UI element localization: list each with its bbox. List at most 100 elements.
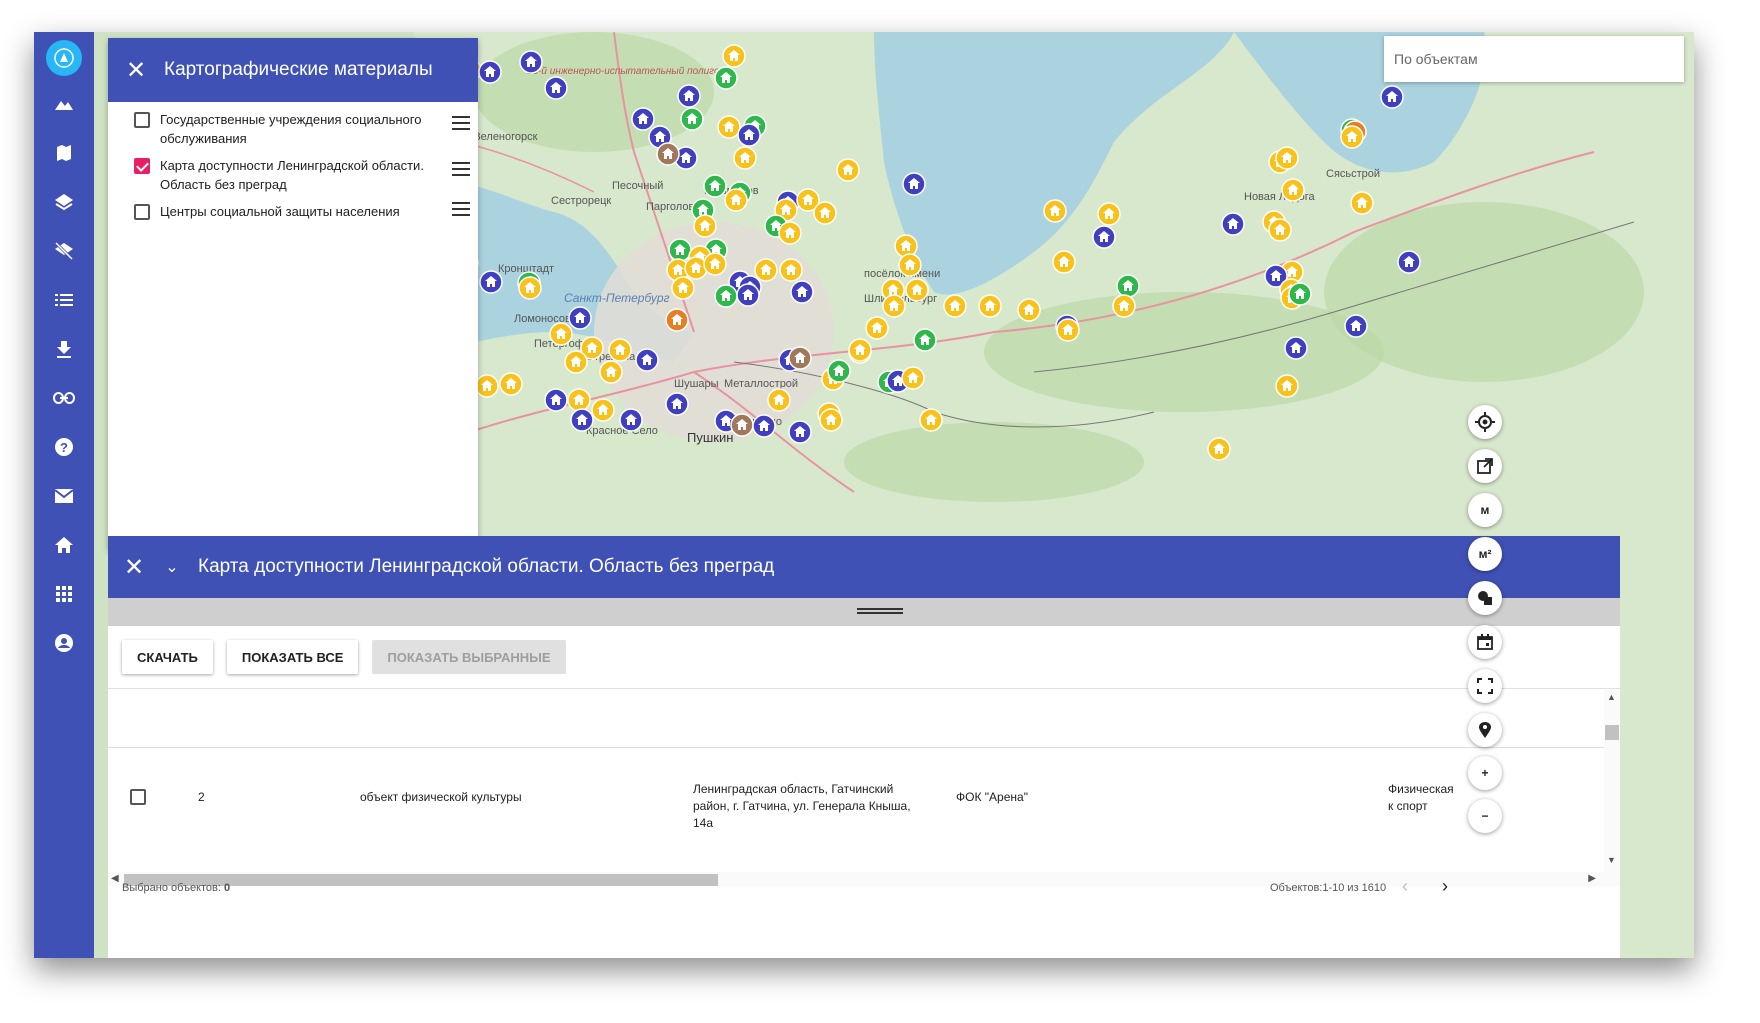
close-layers-button[interactable]: ✕: [108, 56, 164, 85]
mail-icon[interactable]: [34, 476, 94, 516]
measure-area-button[interactable]: м²: [1468, 537, 1502, 571]
drag-handle-icon[interactable]: [452, 162, 470, 194]
row-checkbox[interactable]: [130, 789, 146, 805]
table-row[interactable]: 2 объект физической культуры Ленинградск…: [108, 782, 1608, 844]
map-marker-blue[interactable]: [752, 414, 776, 438]
map-marker-yellow[interactable]: [564, 350, 588, 374]
open-external-icon[interactable]: [1468, 449, 1502, 483]
map-marker-yellow[interactable]: [1207, 437, 1231, 461]
map-marker-blue[interactable]: [902, 172, 926, 196]
fullscreen-icon[interactable]: [1468, 669, 1502, 703]
map-marker-yellow[interactable]: [1350, 191, 1374, 215]
layers-icon[interactable]: [34, 182, 94, 222]
map-marker-yellow[interactable]: [717, 115, 741, 139]
map-marker-yellow[interactable]: [693, 214, 717, 238]
vertical-scrollbar[interactable]: ▲ ▼: [1604, 689, 1620, 886]
panel-resize-handle[interactable]: [108, 598, 1620, 626]
map-marker-yellow[interactable]: [475, 374, 499, 398]
map-marker-yellow[interactable]: [901, 366, 925, 390]
map-marker-yellow[interactable]: [1056, 318, 1080, 342]
map-marker-yellow[interactable]: [819, 408, 843, 432]
map-marker-blue[interactable]: [1284, 336, 1308, 360]
map-marker-yellow[interactable]: [1017, 298, 1041, 322]
map-marker-green[interactable]: [913, 328, 937, 352]
map-marker-yellow[interactable]: [894, 234, 918, 258]
download-icon[interactable]: [34, 329, 94, 369]
geolocate-icon[interactable]: [1468, 405, 1502, 439]
measure-distance-button[interactable]: м: [1468, 493, 1502, 527]
map-marker-yellow[interactable]: [1052, 250, 1076, 274]
map-marker-yellow[interactable]: [978, 294, 1002, 318]
map-marker-yellow[interactable]: [882, 294, 906, 318]
map-marker-yellow[interactable]: [671, 276, 695, 300]
zoom-in-button[interactable]: +: [1468, 756, 1502, 790]
map-marker-yellow[interactable]: [1275, 146, 1299, 170]
layer-checkbox[interactable]: [134, 204, 150, 220]
map-marker-yellow[interactable]: [919, 408, 943, 432]
map-marker-green[interactable]: [703, 174, 727, 198]
map-marker-blue[interactable]: [665, 392, 689, 416]
drag-handle-icon[interactable]: [452, 202, 470, 221]
map-marker-yellow[interactable]: [1112, 294, 1136, 318]
map-marker-yellow[interactable]: [1043, 199, 1067, 223]
map-marker-yellow[interactable]: [591, 398, 615, 422]
map-marker-yellow[interactable]: [778, 221, 802, 245]
map-marker-yellow[interactable]: [518, 276, 542, 300]
map-marker-yellow[interactable]: [549, 322, 573, 346]
map-marker-blue[interactable]: [1380, 85, 1404, 109]
map-marker-yellow[interactable]: [813, 201, 837, 225]
map-icon[interactable]: [34, 133, 94, 173]
zoom-out-button[interactable]: −: [1468, 799, 1502, 833]
map-marker-yellow[interactable]: [599, 360, 623, 384]
account-icon[interactable]: [34, 623, 94, 663]
location-pin-icon[interactable]: [1468, 713, 1502, 747]
map-marker-green[interactable]: [714, 66, 738, 90]
map-marker-brown[interactable]: [788, 346, 812, 370]
map-marker-orange[interactable]: [665, 308, 689, 332]
map-marker-blue[interactable]: [788, 420, 812, 444]
map-marker-blue[interactable]: [790, 280, 814, 304]
help-icon[interactable]: ?: [34, 427, 94, 467]
map-marker-blue[interactable]: [1092, 225, 1116, 249]
map-marker-yellow[interactable]: [1097, 202, 1121, 226]
map-marker-blue[interactable]: [736, 283, 760, 307]
map-marker-yellow[interactable]: [1281, 178, 1305, 202]
map-marker-green[interactable]: [714, 284, 738, 308]
map-marker-yellow[interactable]: [1340, 125, 1364, 149]
map-marker-yellow[interactable]: [1268, 218, 1292, 242]
map-marker-yellow[interactable]: [754, 258, 778, 282]
map-marker-blue[interactable]: [570, 408, 594, 432]
map-marker-blue[interactable]: [479, 270, 503, 294]
map-marker-yellow[interactable]: [779, 258, 803, 282]
map-marker-green[interactable]: [1116, 274, 1140, 298]
chevron-down-icon[interactable]: ⌄: [160, 557, 184, 577]
layer-checkbox[interactable]: [134, 158, 150, 174]
map-marker-yellow[interactable]: [684, 256, 708, 280]
app-logo[interactable]: [46, 40, 82, 76]
map-marker-yellow[interactable]: [724, 188, 748, 212]
map-marker-blue[interactable]: [478, 60, 502, 84]
map-marker-brown[interactable]: [656, 142, 680, 166]
map-marker-blue[interactable]: [619, 408, 643, 432]
download-button[interactable]: СКАЧАТЬ: [122, 640, 213, 674]
map-marker-yellow[interactable]: [499, 372, 523, 396]
layers-off-icon[interactable]: [34, 231, 94, 271]
list-icon[interactable]: [34, 280, 94, 320]
map-marker-blue[interactable]: [519, 50, 543, 74]
drag-handle-icon[interactable]: [452, 116, 470, 148]
map-marker-green[interactable]: [827, 359, 851, 383]
search-input[interactable]: По объектам: [1384, 36, 1684, 82]
calendar-icon[interactable]: [1468, 625, 1502, 659]
map-marker-green[interactable]: [668, 238, 692, 262]
map-marker-yellow[interactable]: [905, 278, 929, 302]
map-marker-yellow[interactable]: [865, 316, 889, 340]
map-marker-yellow[interactable]: [1275, 374, 1299, 398]
map-marker-yellow[interactable]: [848, 338, 872, 362]
map-marker-yellow[interactable]: [733, 146, 757, 170]
link-icon[interactable]: [34, 378, 94, 418]
map-marker-yellow[interactable]: [943, 294, 967, 318]
map-marker-blue[interactable]: [544, 76, 568, 100]
map-marker-blue[interactable]: [1397, 250, 1421, 274]
terrain-icon[interactable]: [34, 84, 94, 124]
map-marker-yellow[interactable]: [567, 388, 591, 412]
